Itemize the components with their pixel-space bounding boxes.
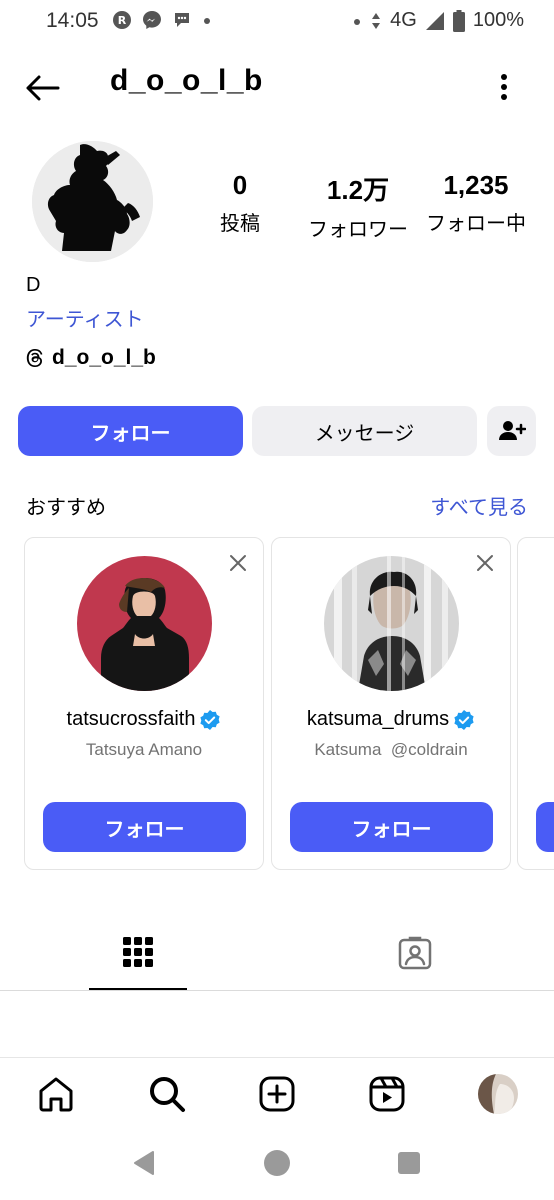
suggestion-card[interactable]: katsuma_drums Katsuma @coldrain フォロー bbox=[271, 537, 511, 870]
threads-handle: d_o_o_l_b bbox=[52, 346, 156, 369]
data-arrows-icon bbox=[372, 12, 381, 29]
battery-percent: 100% bbox=[472, 9, 524, 31]
system-home-button[interactable] bbox=[259, 1145, 295, 1181]
create-icon bbox=[259, 1076, 295, 1112]
system-back-button[interactable] bbox=[126, 1145, 162, 1181]
see-all-link[interactable]: すべて見る bbox=[430, 491, 528, 520]
profile-category: アーティスト bbox=[26, 307, 144, 331]
reels-icon bbox=[369, 1076, 405, 1112]
tab-posts-grid[interactable] bbox=[89, 930, 187, 990]
suggestion-username: tatsucrossfaith bbox=[66, 708, 196, 730]
bottom-nav-divider bbox=[0, 1057, 554, 1058]
tabs-divider bbox=[0, 990, 554, 991]
suggestion-photo bbox=[77, 556, 212, 691]
nav-profile[interactable] bbox=[476, 1072, 520, 1116]
chat-bubble-icon bbox=[175, 13, 189, 27]
back-button[interactable] bbox=[22, 68, 62, 108]
home-icon bbox=[39, 1077, 73, 1112]
profile-username: d_o_o_l_b bbox=[110, 64, 263, 97]
message-button[interactable]: メッセージ bbox=[252, 406, 477, 456]
suggestion-handle[interactable]: katsuma_drums bbox=[272, 708, 510, 731]
messenger-icon bbox=[143, 11, 161, 29]
nav-create[interactable] bbox=[255, 1072, 299, 1116]
suggestion-fullname: Tatsuya Amano bbox=[85, 740, 203, 759]
suggestion-follow-button-peek[interactable] bbox=[536, 802, 554, 852]
followers-label: フォロワー bbox=[308, 217, 408, 241]
suggest-users-button[interactable] bbox=[487, 406, 536, 456]
threads-icon bbox=[26, 349, 43, 367]
follow-button[interactable]: フォロー bbox=[18, 406, 243, 456]
tab-tagged[interactable] bbox=[366, 930, 464, 990]
back-triangle-icon bbox=[134, 1151, 154, 1175]
status-bar: 14:05 R 4G 100% bbox=[0, 0, 554, 44]
notification-icons: R bbox=[112, 10, 212, 30]
followers-value: 1.2万 bbox=[326, 175, 390, 205]
profile-avatar bbox=[478, 1074, 518, 1114]
posts-value: 0 bbox=[232, 170, 248, 200]
suggestion-card[interactable]: tatsucrossfaith Tatsuya Amano フォロー bbox=[24, 537, 264, 870]
suggestion-avatar[interactable] bbox=[324, 556, 459, 691]
signal-icon bbox=[425, 11, 444, 30]
profile-name: D bbox=[26, 274, 41, 296]
following-value: 1,235 bbox=[443, 170, 509, 200]
add-user-icon bbox=[498, 421, 526, 440]
nav-home[interactable] bbox=[34, 1072, 78, 1116]
status-time: 14:05 bbox=[46, 9, 99, 32]
following-label: フォロー中 bbox=[426, 211, 526, 235]
profile-avatar[interactable] bbox=[32, 141, 153, 262]
rakuten-icon: R bbox=[113, 11, 131, 29]
suggestion-card-peek[interactable] bbox=[517, 537, 554, 870]
dot-icon bbox=[354, 18, 361, 25]
suggestion-avatar[interactable] bbox=[77, 556, 212, 691]
suggestion-photo bbox=[324, 556, 459, 691]
more-vertical-icon bbox=[501, 74, 507, 100]
network-type: 4G bbox=[390, 9, 417, 31]
suggestions-title: おすすめ bbox=[26, 495, 106, 519]
grid-icon bbox=[123, 937, 153, 967]
nav-reels[interactable] bbox=[365, 1072, 409, 1116]
status-right: 4G 100% bbox=[352, 9, 524, 32]
more-options-button[interactable] bbox=[492, 70, 516, 104]
recents-square-icon bbox=[398, 1152, 420, 1174]
verified-badge-icon bbox=[454, 709, 474, 730]
verified-badge-icon bbox=[200, 709, 221, 730]
search-icon bbox=[150, 1077, 185, 1112]
suggestion-handle[interactable]: tatsucrossfaith bbox=[25, 708, 263, 731]
own-profile-photo bbox=[478, 1074, 518, 1114]
profile-photo bbox=[32, 141, 153, 262]
posts-label: 投稿 bbox=[220, 211, 260, 235]
suggestion-follow-button[interactable]: フォロー bbox=[43, 802, 246, 852]
home-circle-icon bbox=[264, 1150, 290, 1176]
back-arrow-icon bbox=[26, 75, 60, 101]
following-count[interactable]: 1,235 フォロー中 bbox=[416, 170, 536, 236]
suggestion-username: katsuma_drums bbox=[306, 708, 450, 730]
threads-link[interactable]: d_o_o_l_b bbox=[24, 346, 156, 370]
followers-count[interactable]: 1.2万 フォロワー bbox=[298, 170, 418, 242]
close-icon[interactable] bbox=[227, 552, 249, 574]
suggestion-fullname: Katsuma @coldrain bbox=[314, 740, 468, 759]
dot-icon bbox=[204, 18, 210, 24]
close-icon[interactable] bbox=[474, 552, 496, 574]
svg-text:R: R bbox=[118, 14, 127, 27]
nav-search[interactable] bbox=[145, 1072, 189, 1116]
posts-count: 0 投稿 bbox=[210, 170, 270, 236]
system-recents-button[interactable] bbox=[391, 1145, 427, 1181]
battery-icon bbox=[452, 9, 465, 32]
suggestion-follow-button[interactable]: フォロー bbox=[290, 802, 493, 852]
tagged-icon bbox=[398, 936, 432, 970]
